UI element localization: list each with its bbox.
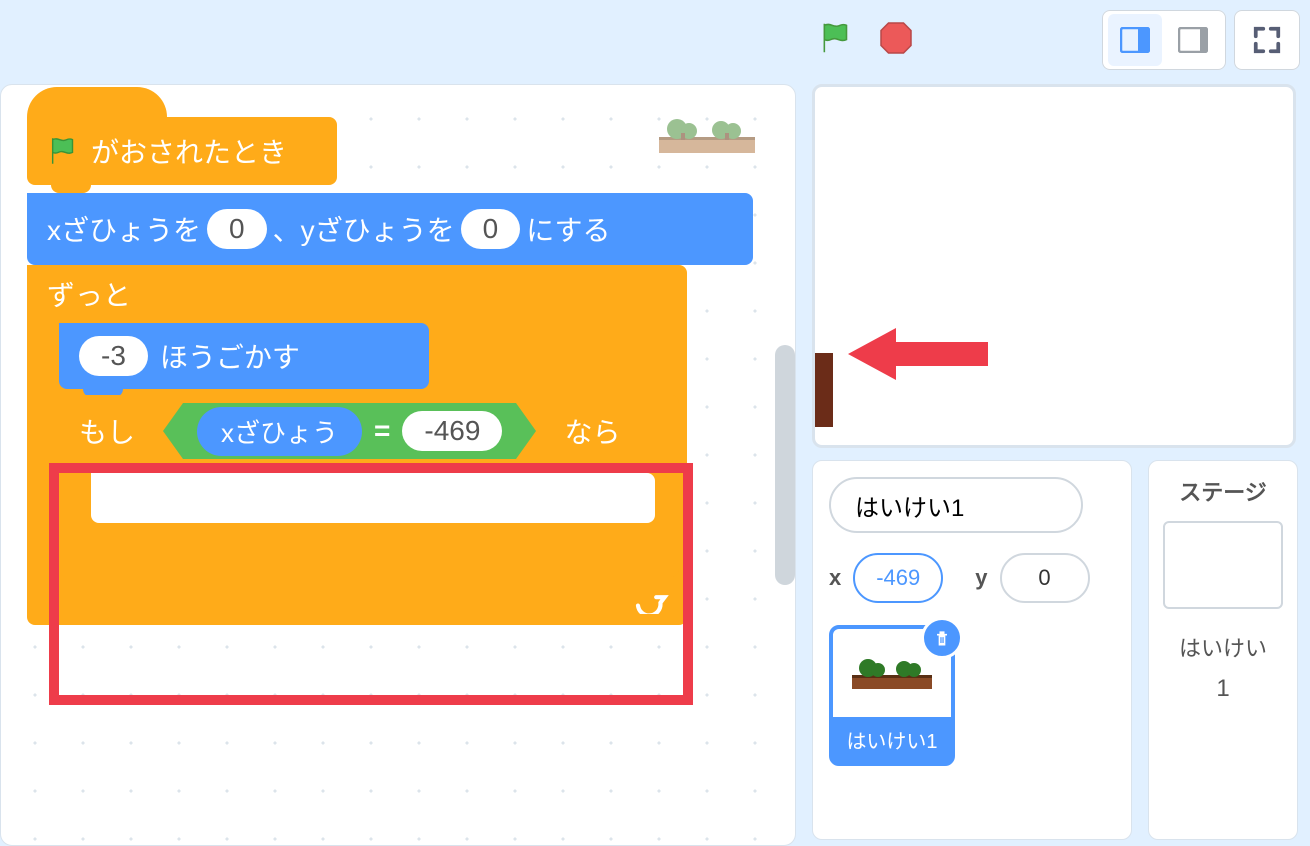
- goto-xy-block[interactable]: xざひょうを 0 、yざひょうを 0 にする: [27, 193, 753, 265]
- forever-block[interactable]: ずっと -3 ほうごかす もし xざひょう =: [27, 265, 687, 625]
- backdrop-label: はいけい: [1163, 631, 1283, 663]
- goto-prefix: xざひょうを: [47, 209, 201, 249]
- code-area: がおされたとき xざひょうを 0 、yざひょうを 0 にする ずっと -3 ほう…: [0, 84, 796, 846]
- if-suffix: なら: [564, 411, 620, 451]
- top-bar: [0, 0, 1310, 82]
- move-label: ほうごかす: [160, 336, 300, 376]
- fullscreen-button[interactable]: [1240, 14, 1294, 66]
- stage-size-controls: [1102, 10, 1300, 70]
- sprite-y-input[interactable]: 0: [1000, 553, 1090, 603]
- large-stage-button[interactable]: [1166, 14, 1220, 66]
- if-prefix: もし: [79, 411, 135, 451]
- goto-y-input[interactable]: 0: [461, 209, 521, 249]
- backdrop-count: 1: [1163, 675, 1283, 703]
- goto-mid: 、yざひょうを: [273, 209, 455, 249]
- code-canvas[interactable]: がおされたとき xざひょうを 0 、yざひょうを 0 にする ずっと -3 ほう…: [1, 85, 795, 845]
- move-steps-block[interactable]: -3 ほうごかす: [59, 323, 429, 389]
- goto-suffix: にする: [526, 209, 610, 249]
- run-controls: [818, 18, 914, 63]
- stage-sprite-fragment: [813, 353, 833, 427]
- sprite-name-input[interactable]: [829, 477, 1083, 533]
- loop-arrow-icon: [635, 586, 669, 619]
- x-position-reporter[interactable]: xざひょう: [197, 407, 362, 456]
- stop-icon[interactable]: [878, 20, 914, 61]
- op-label: =: [374, 415, 390, 447]
- when-flag-clicked-block[interactable]: がおされたとき: [27, 117, 337, 185]
- sprite-x-input[interactable]: -469: [853, 553, 943, 603]
- hat-label: がおされたとき: [91, 131, 287, 171]
- sprite-tile-label: はいけい1: [833, 717, 951, 762]
- if-block[interactable]: もし xざひょう = -469 なら: [59, 395, 679, 577]
- code-scrollbar[interactable]: [775, 345, 795, 585]
- stage-thumbnail[interactable]: [1163, 521, 1283, 609]
- sprite-y-label: y: [975, 565, 987, 591]
- block-stack[interactable]: がおされたとき xざひょうを 0 、yざひょうを 0 にする ずっと -3 ほう…: [27, 117, 753, 625]
- equals-value-input[interactable]: -469: [402, 411, 502, 451]
- green-flag-icon[interactable]: [818, 18, 856, 63]
- sprite-x-label: x: [829, 565, 841, 591]
- stage-view[interactable]: [812, 84, 1296, 448]
- empty-block-slot[interactable]: [91, 473, 655, 523]
- stage-title: ステージ: [1163, 475, 1283, 507]
- goto-x-input[interactable]: 0: [207, 209, 267, 249]
- sprite-info-panel: x -469 y 0 はいけい1: [812, 460, 1132, 840]
- stage-selector-panel: ステージ はいけい 1: [1148, 460, 1298, 840]
- move-steps-input[interactable]: -3: [79, 336, 148, 376]
- small-stage-button[interactable]: [1108, 14, 1162, 66]
- forever-label: ずっと: [47, 274, 131, 314]
- delete-sprite-button[interactable]: [921, 617, 963, 659]
- sprite-tile[interactable]: はいけい1: [829, 625, 955, 766]
- equals-operator[interactable]: xざひょう = -469: [183, 403, 516, 459]
